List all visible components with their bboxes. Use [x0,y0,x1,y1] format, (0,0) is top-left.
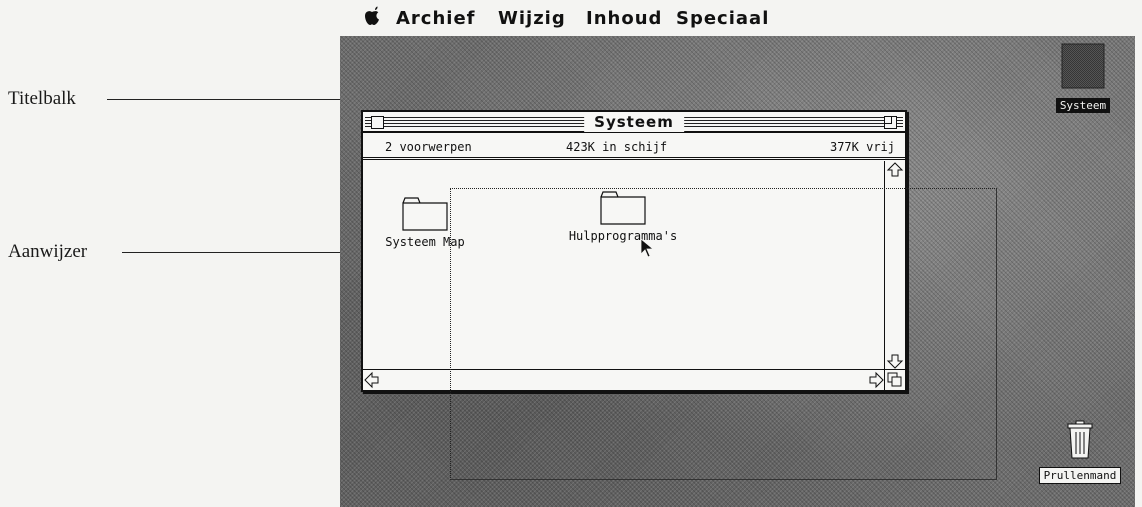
window-title: Systeem [584,112,684,132]
menu-bar: Archief Wijzig Inhoud Speciaal [340,0,1135,36]
arrow-pointer-icon [640,238,655,258]
disk-icon-systeem[interactable]: Systeem [1045,42,1121,113]
scroll-left-arrow-icon[interactable] [363,371,381,389]
item-count: 2 voorwerpen [385,140,472,154]
trash-icon-label: Prullenmand [1038,467,1122,484]
hard-disk-icon [1061,43,1105,89]
scroll-up-arrow-icon[interactable] [886,161,904,179]
disk-free: 377K vrij [829,140,895,154]
title-bar[interactable]: Systeem [363,112,905,133]
disk-used: 423K in schijf [566,140,668,154]
callout-title-bar-leader [107,99,372,100]
disk-icon-label: Systeem [1055,98,1111,113]
callout-title-bar-label: Titelbalk [8,88,76,109]
apple-menu-icon[interactable] [364,6,380,31]
menu-wijzig[interactable]: Wijzig [498,8,566,29]
callout-pointer-label: Aanwijzer [8,241,88,262]
folder-icon [402,197,448,231]
menu-speciaal[interactable]: Speciaal [676,8,769,29]
desktop[interactable]: Systeem Prullenmand Systeem 2 voorwerpen… [340,36,1135,507]
menu-inhoud[interactable]: Inhoud [586,8,662,29]
zoom-box-icon[interactable] [884,116,897,129]
window-info-bar: 2 voorwerpen 423K in schijf 377K vrij [363,135,905,160]
mac-screen: Archief Wijzig Inhoud Speciaal Systeem P… [340,0,1135,507]
menu-archief[interactable]: Archief [396,8,476,29]
trash-can-icon [1067,420,1093,459]
window-drag-outline [450,188,997,480]
trash-icon-prullenmand[interactable]: Prullenmand [1030,420,1130,484]
close-box-icon[interactable] [371,116,384,129]
